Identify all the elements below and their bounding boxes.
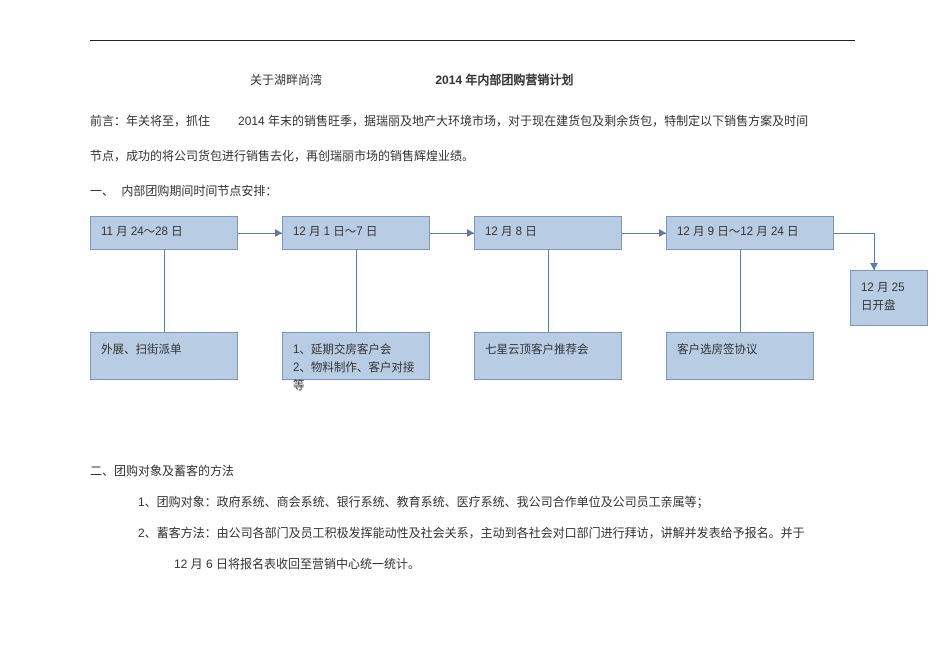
section-2-item-1: 1、团购对象：政府系统、商会系统、银行系统、教育系统、医疗系统、我公司合作单位及… — [90, 487, 855, 518]
connector-v-1 — [164, 250, 165, 332]
section-1-heading: 一、 内部团购期间时间节点安排： — [90, 176, 855, 207]
activity-2-line-2: 2、物料制作、客户对接等 — [293, 359, 419, 396]
connector-v-2 — [356, 250, 357, 332]
section-1-title: 内部团购期间时间节点安排： — [121, 184, 277, 198]
date-box-4: 12 月 9 日～12 月 24 日 — [666, 216, 834, 250]
date-box-3: 12 月 8 日 — [474, 216, 622, 250]
title-right: 2014 年内部团购营销计划 — [435, 71, 573, 88]
arrow-right-icon — [659, 229, 666, 237]
preface-label: 前言： — [90, 114, 126, 128]
section-2-item-2: 2、蓄客方法：由公司各部门及员工积极发挥能动性及社会关系，主动到各社会对口部门进… — [90, 518, 855, 549]
title-line: 关于湖畔尚湾 2014 年内部团购营销计划 — [90, 71, 855, 88]
arrow-down-icon — [870, 263, 878, 270]
date-box-5: 12 月 25 日开盘 — [850, 270, 928, 326]
date-box-2: 12 月 1 日～7 日 — [282, 216, 430, 250]
activity-box-1: 外展、扫街派单 — [90, 332, 238, 380]
preface-line-1: 前言：年关将至，抓住 2014 年末的销售旺季，据瑞丽及地产大环境市场，对于现在建… — [90, 106, 855, 137]
top-rule — [90, 40, 855, 41]
connector-h-4 — [834, 233, 874, 234]
connector-v-4 — [740, 250, 741, 332]
activity-box-4: 客户选房签协议 — [666, 332, 814, 380]
section-2-item-2b: 12 月 6 日将报名表收回至营销中心统一统计。 — [90, 549, 855, 580]
preface-line-2: 节点，成功的将公司货包进行销售去化，再创瑞丽市场的销售辉煌业绩。 — [90, 141, 855, 172]
preface-1a: 年关将至，抓住 — [126, 114, 210, 128]
activity-2-line-1: 1、延期交房客户会 — [293, 341, 419, 359]
title-left: 关于湖畔尚湾 — [250, 71, 322, 88]
arrow-right-icon — [467, 229, 474, 237]
timeline-diagram: 11 月 24～28 日 12 月 1 日～7 日 12 月 8 日 12 月 … — [90, 216, 855, 426]
preface-1b: 2014 年末的销售旺季，据瑞丽及地产大环境市场，对于现在建货包及剩余货包，特制… — [238, 114, 808, 128]
date-box-1: 11 月 24～28 日 — [90, 216, 238, 250]
activity-box-3: 七星云顶客户推荐会 — [474, 332, 622, 380]
arrow-right-icon — [275, 229, 282, 237]
connector-v-3 — [548, 250, 549, 332]
section-2-heading: 二、团购对象及蓄客的方法 — [90, 456, 855, 487]
section-2: 二、团购对象及蓄客的方法 1、团购对象：政府系统、商会系统、银行系统、教育系统、… — [90, 456, 855, 581]
section-1-num: 一、 — [90, 176, 118, 207]
activity-box-2: 1、延期交房客户会 2、物料制作、客户对接等 — [282, 332, 430, 380]
